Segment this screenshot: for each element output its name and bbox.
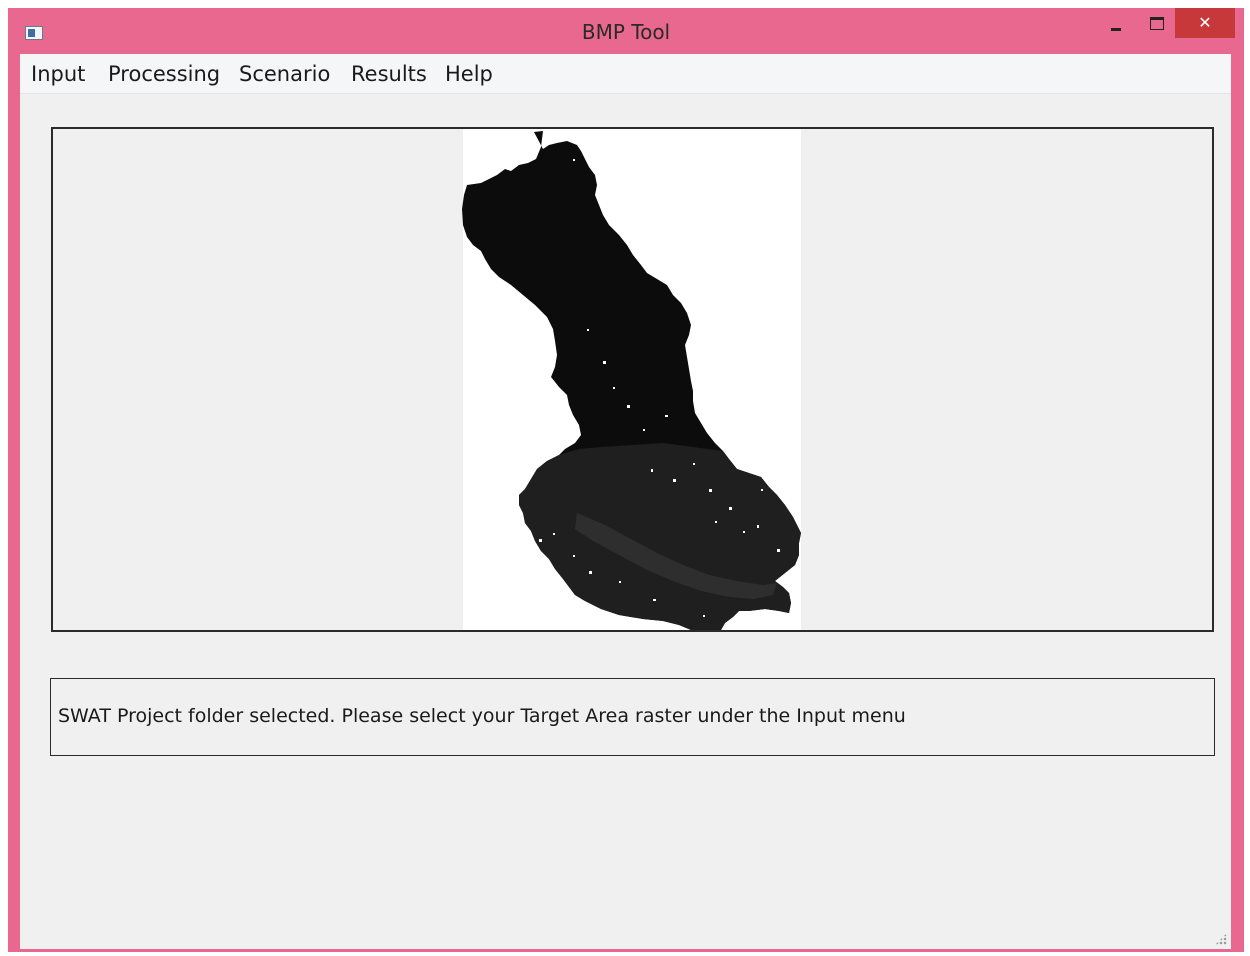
title-bar[interactable]: BMP Tool ✕ [8,8,1244,53]
close-button[interactable]: ✕ [1175,8,1235,38]
menu-processing[interactable]: Processing [108,62,220,86]
status-message-box: SWAT Project folder selected. Please sel… [50,678,1215,756]
watershed-raster [462,131,801,630]
menu-input[interactable]: Input [31,62,85,86]
lower-basin-shape [519,443,801,630]
client-area: Input Processing Scenario Results Help S… [20,54,1231,949]
window-title: BMP Tool [581,20,671,44]
maximize-button[interactable] [1142,8,1170,38]
menu-help[interactable]: Help [445,62,493,86]
app-window: BMP Tool ✕ Input Processing Scenario Res… [8,8,1244,952]
menu-scenario[interactable]: Scenario [239,62,330,86]
map-display-panel [51,127,1214,632]
status-message: SWAT Project folder selected. Please sel… [58,705,906,727]
minimize-button[interactable] [1102,8,1130,38]
menu-bar: Input Processing Scenario Results Help [20,54,1231,94]
resize-grip-icon[interactable] [1215,933,1227,945]
menu-results[interactable]: Results [351,62,427,86]
